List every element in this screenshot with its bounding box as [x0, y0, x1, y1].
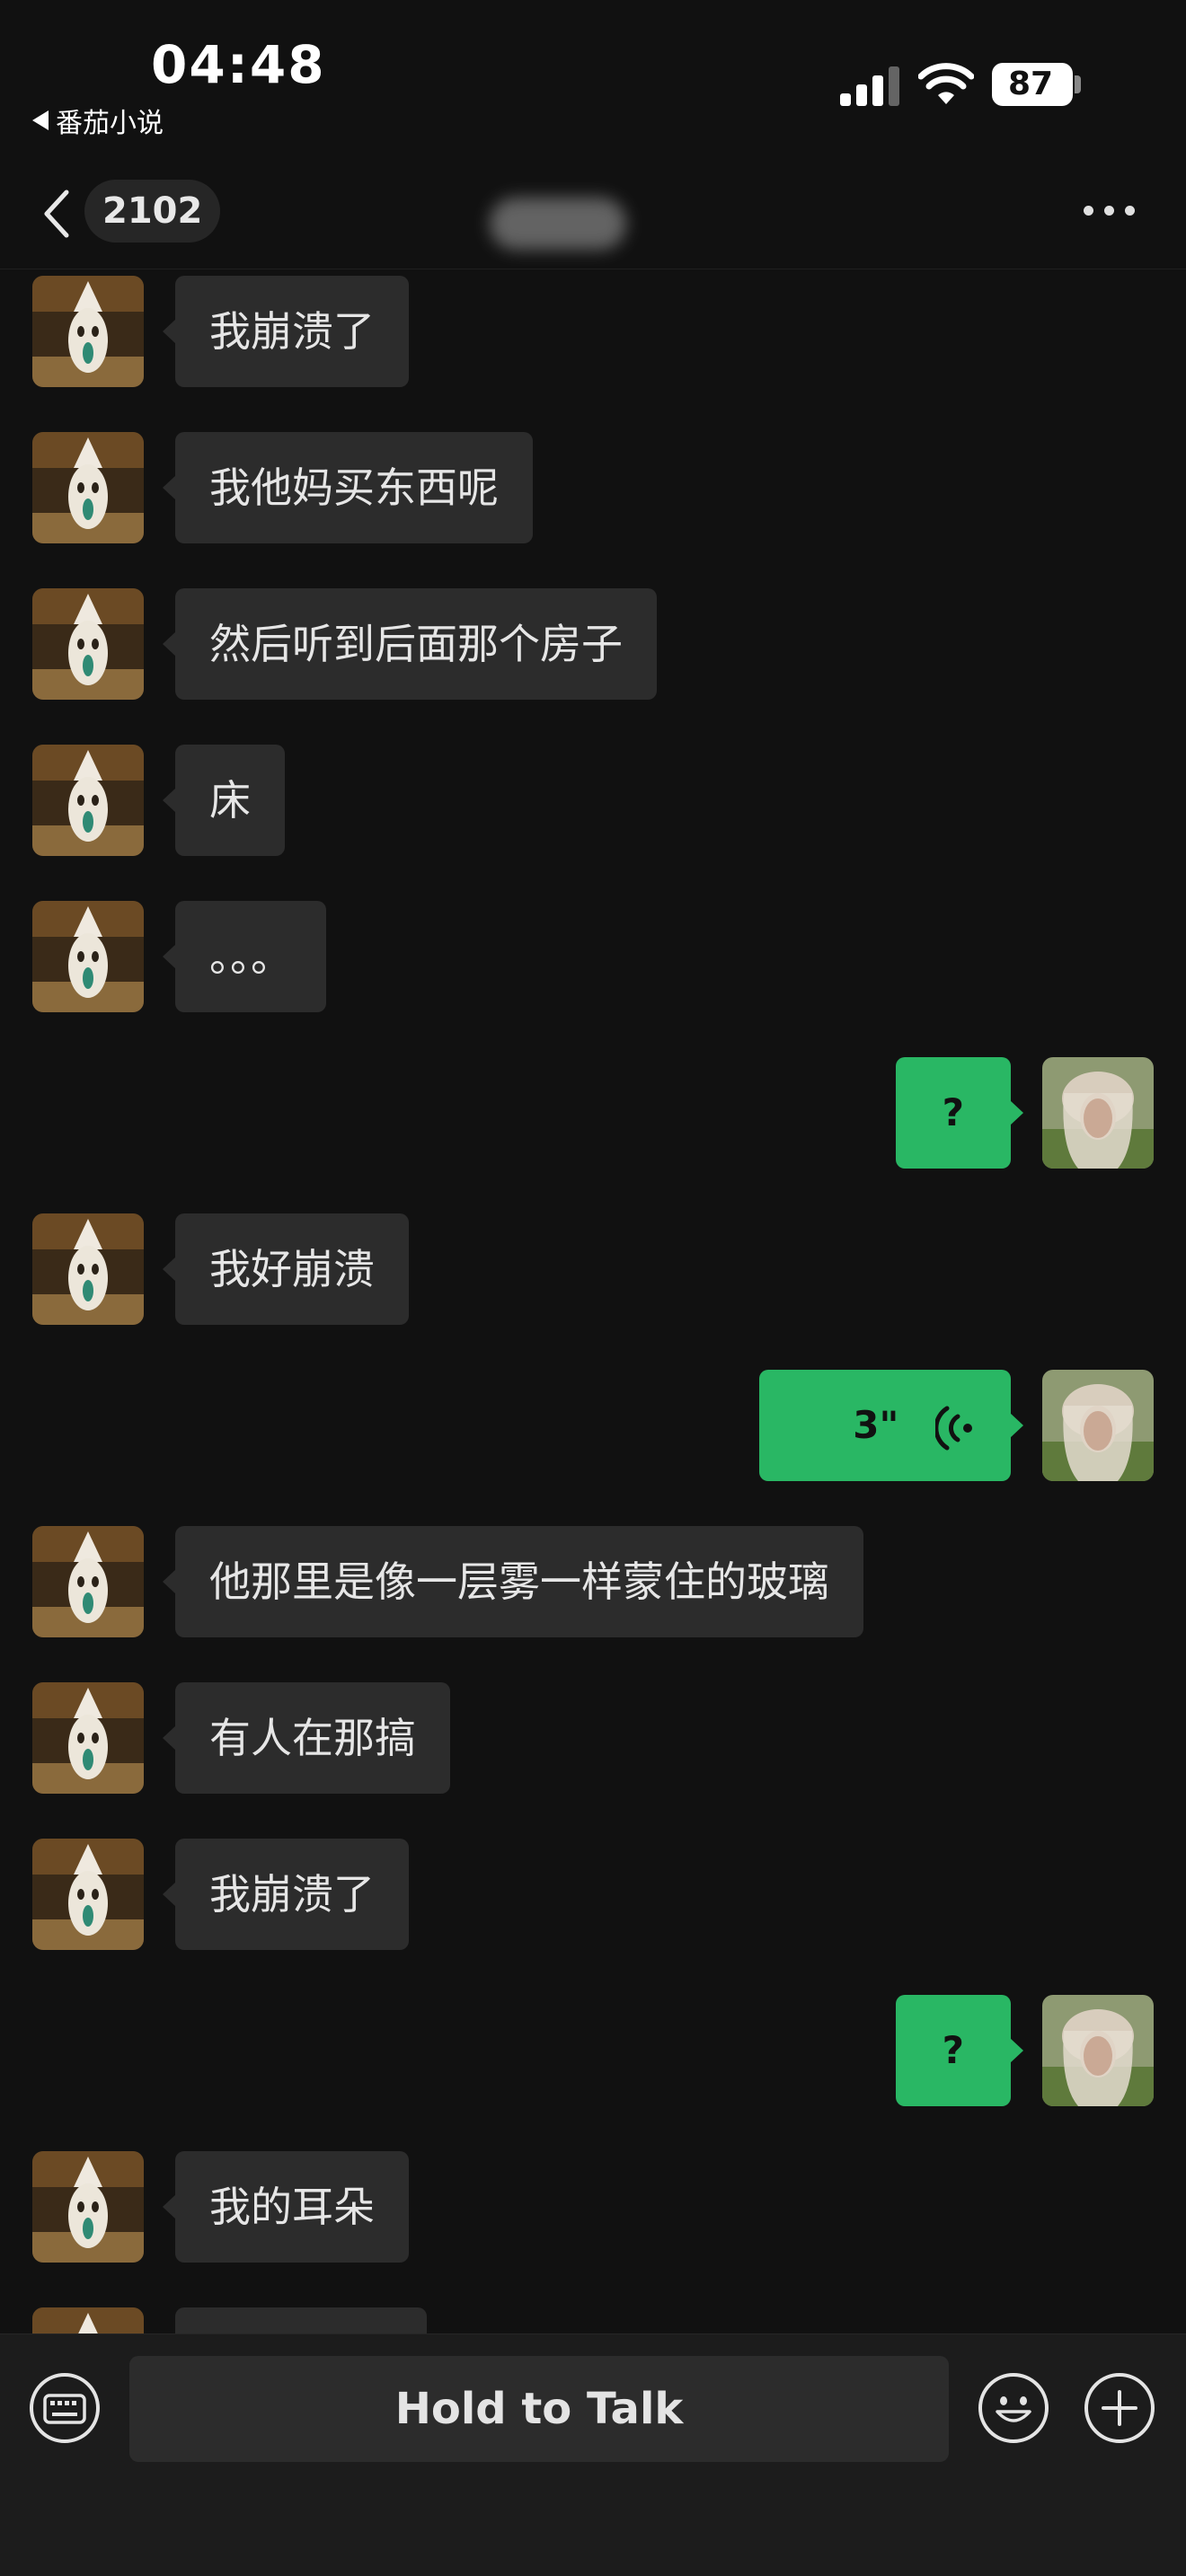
contact-avatar[interactable] — [32, 432, 144, 543]
contact-avatar[interactable] — [32, 588, 144, 700]
input-bar: Hold to Talk — [0, 2333, 1186, 2576]
contact-avatar[interactable] — [32, 1213, 144, 1325]
message-row: 我崩溃了 — [0, 1839, 1186, 1950]
unread-count-badge[interactable]: 2102 — [84, 180, 221, 243]
contact-avatar[interactable] — [32, 901, 144, 1012]
contact-avatar[interactable] — [32, 1682, 144, 1794]
incoming-message-bubble[interactable]: 床 — [163, 745, 285, 856]
battery-level: 87 — [1007, 66, 1054, 102]
contact-name-blurred — [490, 198, 626, 250]
contact-avatar[interactable] — [32, 1526, 144, 1637]
ellipsis-icon[interactable] — [1078, 202, 1141, 220]
incoming-message-bubble[interactable]: 有人在那搞 — [163, 1682, 450, 1794]
incoming-message-bubble[interactable]: 他那里是像一层雾一样蒙住的玻璃 — [163, 1526, 863, 1637]
incoming-message-bubble[interactable]: 我崩溃了 — [163, 276, 409, 387]
my-avatar[interactable] — [1042, 1995, 1154, 2106]
message-row: 3" — [0, 1370, 1186, 1481]
message-list[interactable]: 我崩溃了 我他妈买东西呢 然后听到后面那个房子 床 。。。 ? 我好崩溃 3" … — [0, 269, 1186, 2333]
message-row-partial — [0, 2307, 1186, 2333]
incoming-message-bubble[interactable]: 我他妈买东西呢 — [163, 432, 533, 543]
outgoing-voice-message[interactable]: 3" — [759, 1370, 1023, 1481]
outgoing-message-bubble[interactable]: ? — [895, 1057, 1024, 1169]
outgoing-message-bubble[interactable]: ? — [895, 1995, 1024, 2106]
my-avatar[interactable] — [1042, 1370, 1154, 1481]
message-row: 他那里是像一层雾一样蒙住的玻璃 — [0, 1526, 1186, 1637]
chat-screen: 04:48 番茄小说 87 2102 我崩溃了 我他妈买东西呢 然后听到后面那个… — [0, 0, 1186, 2576]
chevron-left-icon[interactable] — [40, 185, 75, 243]
plus-icon[interactable] — [1084, 2372, 1155, 2444]
emoji-icon[interactable] — [978, 2372, 1049, 2444]
status-time: 04:48 — [151, 34, 326, 95]
wifi-icon — [918, 63, 974, 104]
incoming-message-bubble[interactable]: 然后听到后面那个房子 — [163, 588, 657, 700]
battery-nub — [1075, 75, 1081, 93]
incoming-message-bubble-partial[interactable] — [175, 2307, 427, 2333]
incoming-message-bubble[interactable]: 我崩溃了 — [163, 1839, 409, 1950]
voice-wave-icon — [935, 1406, 972, 1450]
message-row: 然后听到后面那个房子 — [0, 588, 1186, 700]
back-to-app-link[interactable]: 番茄小说 — [32, 101, 164, 140]
status-bar: 04:48 番茄小说 87 — [0, 0, 1186, 153]
contact-avatar[interactable] — [32, 276, 144, 387]
back-app-label: 番茄小说 — [56, 108, 164, 139]
battery-icon: 87 — [992, 63, 1073, 106]
back-triangle-icon — [32, 110, 49, 130]
message-row: ? — [0, 1057, 1186, 1169]
contact-avatar[interactable] — [32, 745, 144, 856]
contact-avatar[interactable] — [32, 1839, 144, 1950]
message-row: 我好崩溃 — [0, 1213, 1186, 1325]
chat-nav-bar: 2102 — [0, 162, 1186, 269]
keyboard-icon[interactable] — [29, 2372, 101, 2444]
contact-avatar[interactable] — [32, 2307, 144, 2333]
message-row: 有人在那搞 — [0, 1682, 1186, 1794]
incoming-message-bubble[interactable]: 我好崩溃 — [163, 1213, 409, 1325]
message-row: ? — [0, 1995, 1186, 2106]
message-row: 我他妈买东西呢 — [0, 432, 1186, 543]
my-avatar[interactable] — [1042, 1057, 1154, 1169]
message-row: 床 — [0, 745, 1186, 856]
incoming-message-bubble[interactable]: 。。。 — [163, 901, 326, 1012]
voice-duration: 3" — [853, 1403, 899, 1447]
message-row: 我的耳朵 — [0, 2151, 1186, 2263]
hold-to-talk-button[interactable]: Hold to Talk — [129, 2356, 949, 2462]
message-row: 。。。 — [0, 901, 1186, 1012]
cellular-signal-icon — [840, 66, 899, 106]
contact-avatar[interactable] — [32, 2151, 144, 2263]
incoming-message-bubble[interactable]: 我的耳朵 — [163, 2151, 409, 2263]
message-row: 我崩溃了 — [0, 276, 1186, 387]
